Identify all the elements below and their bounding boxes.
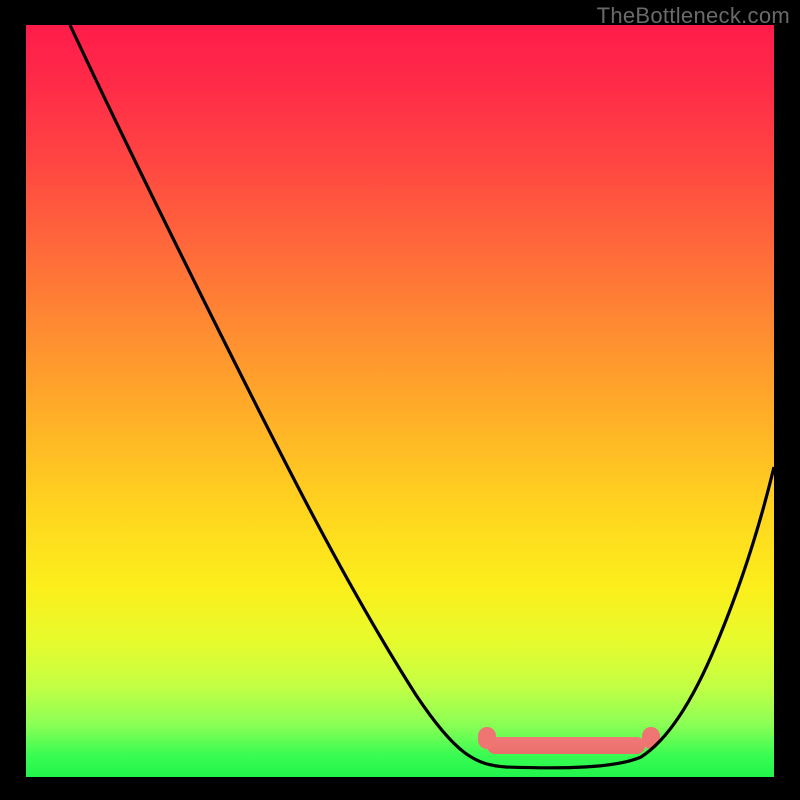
plot-area: [26, 25, 774, 777]
chart-frame: TheBottleneck.com: [0, 0, 800, 800]
bottleneck-curve-path: [70, 25, 774, 768]
bottleneck-curve: [26, 25, 774, 777]
